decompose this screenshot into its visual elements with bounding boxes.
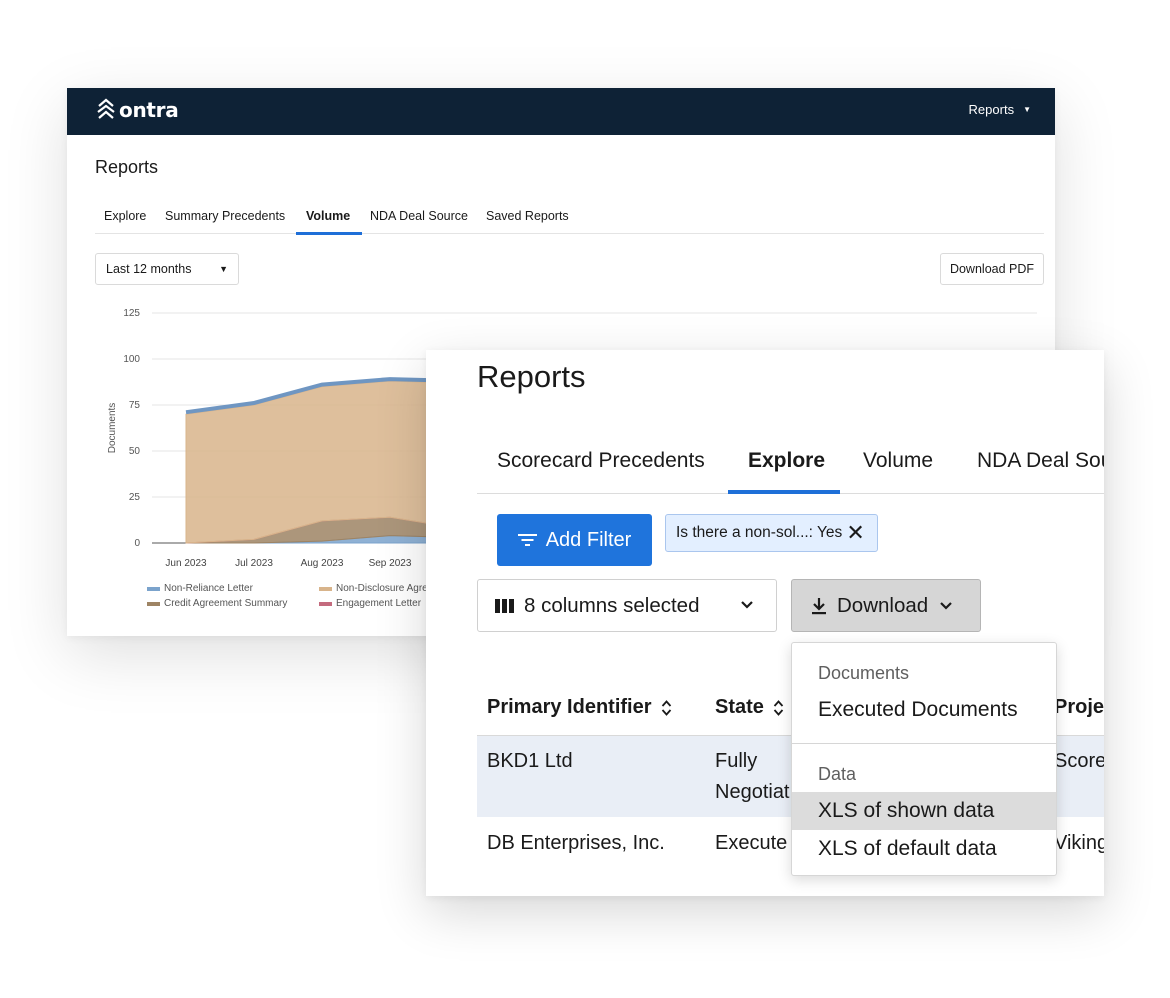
cell-state: Execute: [715, 832, 788, 854]
columns-select-label: 8 columns selected: [524, 593, 700, 617]
legend-item: Non-Reliance Letter: [147, 583, 253, 594]
menu-item-xls-default-data[interactable]: XLS of default data: [792, 830, 1056, 868]
y-tick-label: 125: [123, 308, 140, 319]
download-menu: Documents Executed Documents Data XLS of…: [791, 642, 1057, 876]
cell-state-continued: Negotiat: [715, 781, 790, 803]
cell-primary-identifier[interactable]: BKD1 Ltd: [487, 746, 573, 777]
cell-project: Score: [1054, 750, 1104, 772]
chevron-down-icon: [940, 601, 952, 610]
y-tick-label: 100: [123, 354, 140, 365]
menu-divider: [792, 743, 1056, 744]
columns-icon: [495, 598, 514, 613]
legend-item: Credit Agreement Summary: [147, 598, 287, 609]
y-tick-label: 0: [134, 538, 140, 549]
x-tick-label: Aug 2023: [301, 558, 344, 569]
y-tick-label: 50: [129, 446, 141, 457]
download-button[interactable]: Download: [791, 579, 981, 632]
explore-report-window: Reports Scorecard Precedents Explore Vol…: [426, 350, 1104, 896]
download-icon: [812, 597, 826, 614]
legend-item: Non-Disclosure Agre: [319, 583, 428, 594]
sort-icon[interactable]: [661, 699, 672, 717]
legend-item: Engagement Letter: [319, 598, 421, 609]
legend-label: Credit Agreement Summary: [164, 598, 288, 609]
y-tick-label: 25: [129, 492, 141, 503]
add-filter-label: Add Filter: [545, 528, 632, 551]
cell-primary-identifier[interactable]: DB Enterprises, Inc.: [487, 828, 665, 859]
chevron-down-icon: [741, 601, 753, 609]
column-header-project[interactable]: Proje: [1054, 696, 1104, 719]
columns-select[interactable]: 8 columns selected: [477, 579, 777, 632]
add-filter-button[interactable]: Add Filter: [497, 514, 652, 566]
tab-scorecard-precedents[interactable]: Scorecard Precedents: [497, 449, 705, 473]
legend-swatch: [319, 586, 332, 591]
tab-explore[interactable]: Explore: [748, 449, 825, 473]
cell-project: Viking: [1054, 832, 1104, 854]
cell-state: Fully: [715, 750, 758, 772]
y-axis-label: Documents: [107, 403, 118, 454]
legend-swatch: [147, 586, 160, 591]
active-filter-chip[interactable]: Is there a non-sol...: Yes ✕: [665, 514, 878, 552]
column-header-label: Primary Identifier: [487, 696, 652, 718]
tab-nda-deal-source[interactable]: NDA Deal Sou: [977, 449, 1104, 473]
legend-swatch: [319, 601, 332, 606]
x-tick-label: Jul 2023: [235, 558, 273, 569]
legend-label: Non-Disclosure Agre: [336, 583, 428, 594]
menu-section-documents: Documents: [818, 663, 910, 683]
menu-section-data: Data: [818, 764, 857, 784]
report-tabs: Scorecard Precedents Explore Volume NDA …: [477, 445, 1104, 494]
download-label: Download: [837, 593, 929, 617]
filter-chip-label: Is there a non-sol...: Yes: [676, 524, 843, 541]
y-tick-label: 75: [129, 400, 141, 411]
sort-icon[interactable]: [773, 699, 784, 717]
column-header-label: State: [715, 696, 764, 718]
column-header-label: Proje: [1054, 696, 1104, 718]
active-tab-indicator: [728, 490, 840, 494]
column-header-primary-identifier[interactable]: Primary Identifier: [487, 696, 672, 719]
legend-label: Non-Reliance Letter: [164, 583, 253, 594]
filter-icon: [517, 534, 537, 546]
legend-label: Engagement Letter: [336, 598, 422, 609]
menu-item-xls-shown-data[interactable]: XLS of shown data: [792, 792, 1056, 830]
column-header-state[interactable]: State: [715, 696, 784, 719]
tab-volume[interactable]: Volume: [863, 449, 933, 473]
x-tick-label: Jun 2023: [165, 558, 207, 569]
legend-swatch: [147, 601, 160, 606]
close-icon[interactable]: ✕: [846, 522, 864, 544]
x-tick-label: Sep 2023: [369, 558, 412, 569]
page-title: Reports: [477, 359, 586, 394]
menu-item-executed-documents[interactable]: Executed Documents: [792, 691, 1056, 729]
